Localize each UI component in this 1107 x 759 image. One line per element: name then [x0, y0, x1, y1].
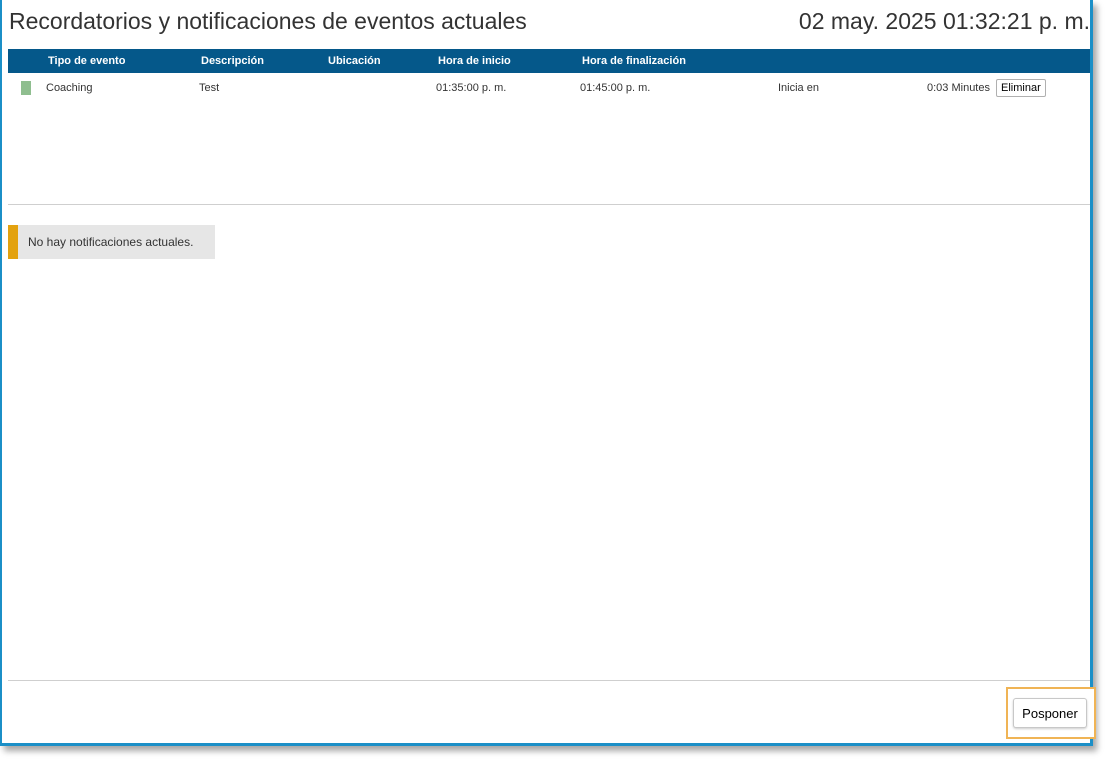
delete-event-button[interactable]: Eliminar	[996, 79, 1046, 97]
column-header-location[interactable]: Ubicación	[328, 55, 381, 67]
snooze-highlight: Posponer	[1006, 687, 1096, 739]
footer-divider	[8, 680, 1090, 681]
page-title: Recordatorios y notificaciones de evento…	[9, 8, 527, 34]
column-header-description[interactable]: Descripción	[201, 55, 264, 67]
event-color-indicator	[21, 81, 31, 95]
column-header-event-type[interactable]: Tipo de evento	[48, 55, 125, 67]
column-header-start-time[interactable]: Hora de inicio	[438, 55, 511, 67]
events-table-header: Tipo de evento Descripción Ubicación Hor…	[8, 49, 1090, 73]
notifications-empty-message: No hay notificaciones actuales.	[28, 235, 194, 249]
starts-in-value: 0:03 Minutes	[927, 82, 990, 94]
notifications-empty-notice: No hay notificaciones actuales.	[8, 225, 215, 259]
event-end-cell: 01:45:00 p. m.	[580, 82, 651, 94]
event-type-cell: Coaching	[46, 82, 93, 94]
event-start-cell: 01:35:00 p. m.	[436, 82, 507, 94]
starts-in-label: Inicia en	[778, 82, 819, 94]
current-datetime: 02 may. 2025 01:32:21 p. m.	[798, 8, 1090, 34]
event-description-cell: Test	[199, 82, 220, 94]
snooze-button[interactable]: Posponer	[1013, 698, 1087, 728]
reminders-window: Recordatorios y notificaciones de evento…	[0, 0, 1096, 746]
table-row[interactable]: Coaching Test 01:35:00 p. m. 01:45:00 p.…	[8, 74, 1090, 102]
section-divider	[8, 204, 1090, 205]
column-header-end-time[interactable]: Hora de finalización	[582, 55, 686, 67]
